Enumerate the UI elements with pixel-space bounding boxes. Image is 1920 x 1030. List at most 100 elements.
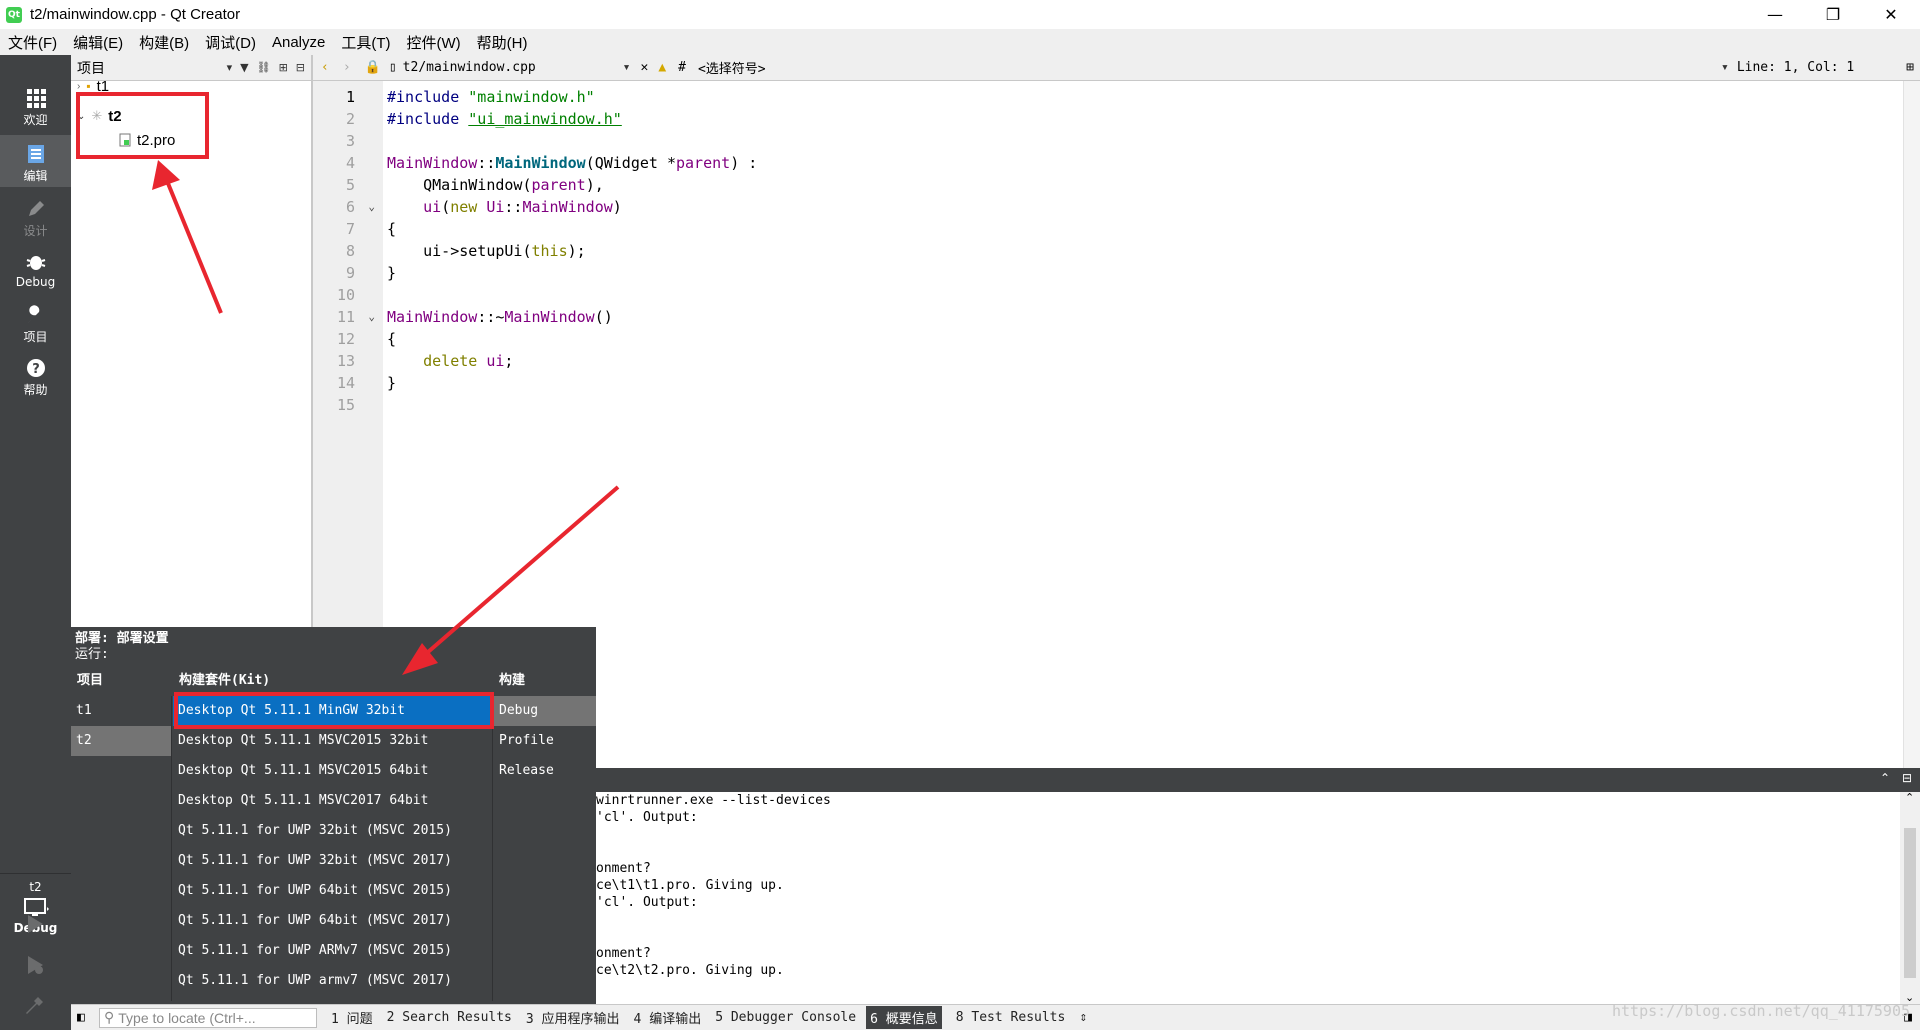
kit-option[interactable]: Qt 5.11.1 for UWP 64bit (MSVC 2017): [173, 906, 492, 936]
build-option-release[interactable]: Release: [494, 756, 596, 786]
mode-debug[interactable]: Debug: [0, 243, 71, 295]
split-icon[interactable]: ⊞: [279, 61, 288, 74]
menu-bar: 文件(F) 编辑(E) 构建(B) 调试(D) Analyze 工具(T) 控件…: [0, 29, 1920, 55]
code-line: {: [387, 220, 397, 238]
toggle-sidebar-icon[interactable]: ◧: [77, 1010, 85, 1025]
back-arrow-icon[interactable]: ‹: [321, 60, 329, 75]
run-icon[interactable]: [23, 912, 47, 936]
symbol-dropdown-icon[interactable]: ▾: [1721, 60, 1729, 75]
mode-help[interactable]: ? 帮助: [0, 349, 71, 401]
build-hammer-icon[interactable]: [23, 993, 47, 1017]
menu-tools[interactable]: 工具(T): [333, 32, 398, 53]
close-button[interactable]: ✕: [1862, 0, 1920, 29]
code-editor[interactable]: #include "mainwindow.h" #include "ui_mai…: [383, 81, 1903, 768]
symbol-selector[interactable]: <选择符号>: [698, 58, 1721, 77]
output-text: winrtrunner.exe --list-devices 'cl'. Out…: [596, 792, 1900, 1004]
line-number: 4: [345, 154, 355, 172]
line-number: 11: [336, 308, 355, 326]
line-number: 2: [345, 110, 355, 128]
menu-analyze[interactable]: Analyze: [264, 34, 333, 51]
fold-chevron-icon[interactable]: ⌄: [368, 306, 375, 328]
help-icon: ?: [26, 359, 45, 377]
lock-icon: 🔒: [364, 60, 381, 75]
close-file-icon[interactable]: ✕: [641, 60, 649, 75]
tab-test-results[interactable]: 8 Test Results: [956, 1010, 1066, 1025]
scroll-up-icon[interactable]: ⌃: [1905, 791, 1914, 804]
filter-icon[interactable]: ▼: [240, 61, 248, 74]
menu-file[interactable]: 文件(F): [0, 32, 65, 53]
menu-build[interactable]: 构建(B): [131, 32, 197, 53]
build-option-debug[interactable]: Debug: [494, 696, 596, 726]
mode-projects[interactable]: 项目: [0, 296, 71, 348]
debug-run-icon[interactable]: [23, 953, 47, 977]
forward-arrow-icon[interactable]: ›: [343, 60, 351, 75]
editor-toolbar: ‹ › 🔒 ▯ t2/mainwindow.cpp ▾ ✕ ▲ # <选择符号>…: [313, 55, 1920, 81]
link-icon[interactable]: ⛓: [257, 61, 271, 74]
kit-option[interactable]: Desktop Qt 5.11.1 MSVC2015 64bit: [173, 756, 492, 786]
annotation-box-kit: [174, 692, 494, 729]
tab-issues[interactable]: 1 问题: [331, 1008, 373, 1027]
tab-general-messages[interactable]: 6 概要信息: [866, 1006, 942, 1029]
menu-debug[interactable]: 调试(D): [197, 32, 264, 53]
annotation-box-project: [76, 92, 209, 159]
maximize-pane-icon[interactable]: ⌃: [1880, 771, 1890, 785]
tab-search-results[interactable]: 2 Search Results: [387, 1010, 512, 1025]
deploy-label: 部署: 部署设置: [75, 631, 169, 646]
project-tree: › ▪ t1 ⌄ ✳ t2 t2.pro: [71, 78, 311, 626]
project-option-t1[interactable]: t1: [71, 696, 171, 726]
kit-option[interactable]: Qt 5.11.1 for UWP 32bit (MSVC 2017): [173, 846, 492, 876]
kit-option[interactable]: Desktop Qt 5.11.1 MSVC2015 32bit: [173, 726, 492, 756]
mode-design[interactable]: 设计: [0, 190, 71, 242]
mode-welcome[interactable]: 欢迎: [0, 79, 71, 131]
tab-debugger-console[interactable]: 5 Debugger Console: [715, 1010, 856, 1025]
view-dropdown-icon[interactable]: ▾: [227, 61, 233, 74]
line-number: 9: [345, 264, 355, 282]
restore-button[interactable]: ❐: [1804, 0, 1862, 29]
locator-input[interactable]: ⚲ Type to locate (Ctrl+...: [99, 1007, 317, 1028]
mode-edit[interactable]: 编辑: [0, 135, 71, 187]
kit-option[interactable]: Desktop Qt 5.11.1 MSVC2017 64bit: [173, 786, 492, 816]
tab-application-output[interactable]: 3 应用程序输出: [526, 1008, 620, 1027]
tab-compile-output[interactable]: 4 编译输出: [634, 1008, 702, 1027]
kit-selector-project: t2: [29, 880, 42, 894]
svg-text:?: ?: [32, 362, 40, 377]
more-tabs-icon[interactable]: ⇕: [1079, 1010, 1087, 1025]
output-line: 'cl'. Output:: [596, 895, 698, 910]
menu-help[interactable]: 帮助(H): [469, 32, 536, 53]
output-line: onment?: [596, 861, 651, 876]
output-scrollbar[interactable]: ⌃ ⌄: [1900, 791, 1920, 1004]
code-line: MainWindow::MainWindow(QWidget *parent) …: [387, 154, 758, 172]
minimize-button[interactable]: —: [1746, 0, 1804, 29]
menu-widgets[interactable]: 控件(W): [399, 32, 469, 53]
file-selector[interactable]: t2/mainwindow.cpp: [403, 60, 623, 75]
mode-label: 欢迎: [23, 113, 48, 127]
symbol-hash: #: [678, 60, 686, 75]
kit-option[interactable]: Qt 5.11.1 for UWP 32bit (MSVC 2015): [173, 816, 492, 846]
fold-chevron-icon[interactable]: ⌄: [368, 196, 375, 218]
close-panel-icon[interactable]: ⊟: [296, 61, 305, 74]
project-folder-icon: ▪: [86, 79, 91, 93]
mode-label: 项目: [23, 330, 48, 344]
build-option-profile[interactable]: Profile: [494, 726, 596, 756]
mode-sidebar: 欢迎 编辑 设计 Debug 项目 ? 帮助 t2 Debug: [0, 55, 71, 1030]
warning-icon: ▲: [658, 60, 667, 75]
editor-scrollbar[interactable]: [1903, 81, 1920, 768]
window-title: t2/mainwindow.cpp - Qt Creator: [30, 6, 241, 23]
menu-edit[interactable]: 编辑(E): [65, 32, 131, 53]
chevron-right-icon[interactable]: ›: [77, 81, 80, 92]
split-editor-icon[interactable]: ⊞: [1906, 60, 1914, 75]
cursor-position[interactable]: Line: 1, Col: 1: [1737, 60, 1854, 75]
output-line: ce\t1\t1.pro. Giving up.: [596, 878, 784, 893]
wrench-icon: [27, 305, 39, 323]
line-number: 1: [345, 88, 355, 106]
close-pane-icon[interactable]: ⊟: [1902, 771, 1912, 785]
line-number: 14: [336, 374, 355, 392]
kit-option[interactable]: Qt 5.11.1 for UWP ARMv7 (MSVC 2015): [173, 936, 492, 966]
kit-option[interactable]: Qt 5.11.1 for UWP armv7 (MSVC 2017): [173, 966, 492, 996]
locator-placeholder: Type to locate (Ctrl+...: [118, 1009, 256, 1026]
kit-option[interactable]: Qt 5.11.1 for UWP 64bit (MSVC 2015): [173, 876, 492, 906]
scroll-thumb[interactable]: [1904, 828, 1916, 978]
file-dropdown-icon[interactable]: ▾: [623, 60, 631, 75]
project-option-t2[interactable]: t2: [71, 726, 171, 756]
column-kit-header: 构建套件(Kit): [179, 673, 271, 688]
